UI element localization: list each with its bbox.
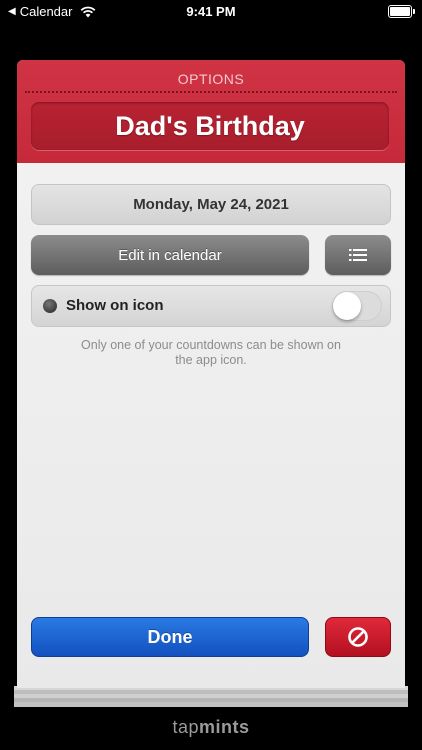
page-stack-5 bbox=[14, 702, 408, 707]
edit-in-calendar-label: Edit in calendar bbox=[118, 246, 222, 264]
done-label: Done bbox=[147, 626, 193, 647]
show-on-icon-label: Show on icon bbox=[66, 297, 164, 314]
cancel-button[interactable] bbox=[325, 617, 391, 657]
show-on-icon-row: Show on icon bbox=[31, 285, 391, 327]
brand-prefix: tap bbox=[172, 717, 199, 737]
list-icon bbox=[349, 249, 367, 261]
brand-suffix: mints bbox=[199, 717, 250, 737]
event-title-field[interactable]: Dad's Birthday bbox=[31, 102, 389, 150]
prohibited-icon bbox=[348, 627, 368, 647]
show-on-icon-hint: Only one of your countdowns can be shown… bbox=[81, 338, 341, 367]
perforation-divider bbox=[25, 91, 397, 93]
indicator-dot-icon bbox=[43, 299, 57, 313]
status-time: 9:41 PM bbox=[186, 4, 236, 19]
toggle-knob bbox=[333, 292, 361, 320]
battery-icon bbox=[388, 5, 415, 18]
event-title: Dad's Birthday bbox=[115, 110, 305, 141]
show-on-icon-toggle[interactable] bbox=[332, 291, 382, 321]
options-card: OPTIONS Dad's Birthday Monday, May 24, 2… bbox=[17, 60, 405, 688]
done-button[interactable]: Done bbox=[31, 617, 309, 657]
header: OPTIONS Dad's Birthday bbox=[17, 60, 405, 163]
status-bar: ◀ Calendar 9:41 PM bbox=[0, 0, 422, 26]
edit-in-calendar-button[interactable]: Edit in calendar bbox=[31, 235, 309, 275]
section-label: OPTIONS bbox=[177, 71, 245, 87]
event-date-label: Monday, May 24, 2021 bbox=[133, 196, 289, 213]
list-button[interactable] bbox=[325, 235, 391, 275]
brand-logo: tapmints bbox=[0, 717, 422, 738]
event-date[interactable]: Monday, May 24, 2021 bbox=[31, 184, 391, 225]
